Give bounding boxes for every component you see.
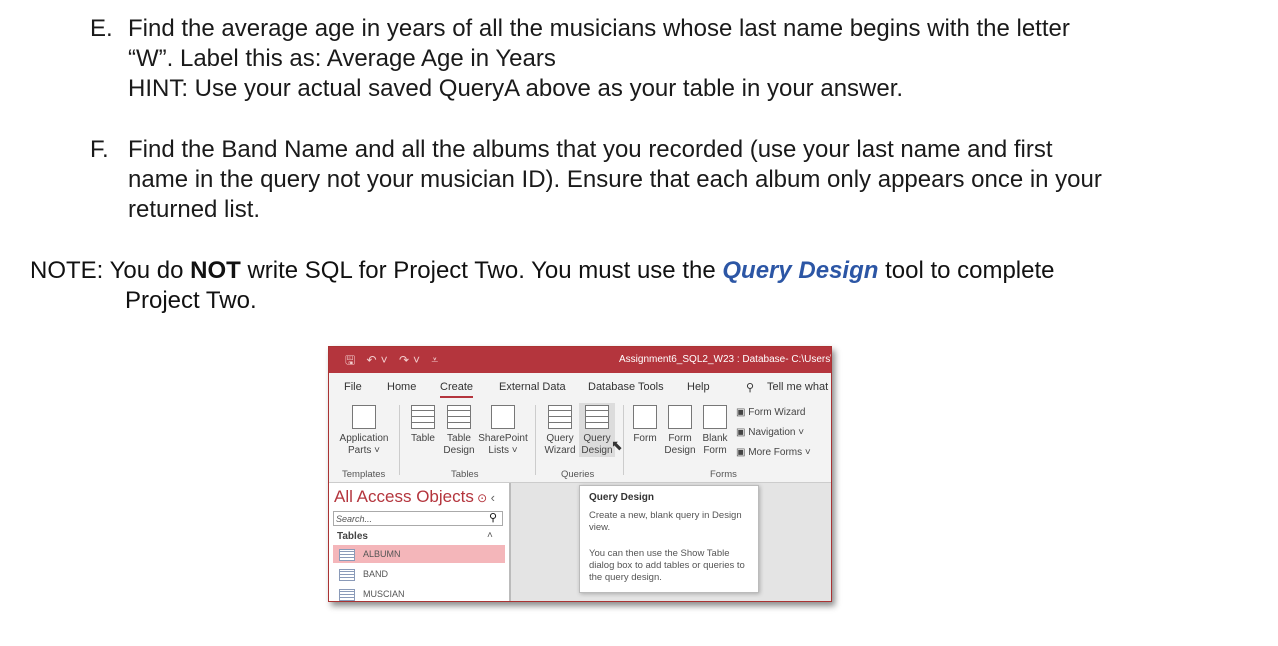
form-icon: [633, 405, 657, 429]
ribbon-separator: [399, 405, 400, 475]
blank-form-button[interactable]: Blank Form: [699, 405, 731, 457]
item-e-body: Find the average age in years of all the…: [128, 14, 1208, 104]
item-f-line-2: name in the query not your musician ID).…: [128, 166, 1102, 193]
note-suffix: tool to complete: [878, 257, 1055, 284]
note-bold: NOT: [190, 257, 241, 284]
more-forms-icon: ▣: [736, 447, 749, 458]
item-f: F. Find the Band Name and all the albums…: [90, 135, 1260, 225]
table-item-muscian[interactable]: MUSCIAN: [333, 585, 505, 601]
search-input[interactable]: Search...: [333, 511, 503, 526]
item-e: E. Find the average age in years of all …: [90, 14, 1240, 104]
table-icon: [411, 405, 435, 429]
mouse-cursor-icon: ⬉: [611, 437, 623, 453]
navigation-pane: All Access Objects ⊙ ‹ Search... ⚲ Table…: [329, 483, 511, 601]
collapse-icon[interactable]: ‹: [491, 490, 495, 505]
table-icon: [339, 549, 355, 561]
search-icon: ⚲: [489, 512, 498, 524]
chevron-up-icon[interactable]: ˄: [487, 530, 493, 541]
item-e-line-3: HINT: Use your actual saved QueryA above…: [128, 75, 904, 102]
window-title: Assignment6_SQL2_W23 : Database- C:\User…: [619, 354, 832, 365]
group-tables: Tables: [451, 469, 479, 480]
ribbon: Application Parts ˅ Table Table Design S…: [329, 399, 831, 483]
title-bar: 🖫 ↶˅ ↷˅ ⩡ Assignment6_SQL2_W23 : Databas…: [329, 347, 831, 373]
tab-file[interactable]: File: [344, 381, 362, 393]
item-e-label: E.: [90, 15, 113, 42]
group-forms: Forms: [710, 469, 737, 480]
tooltip-details: You can then use the Show Table dialog b…: [589, 548, 745, 583]
ribbon-separator: [535, 405, 536, 475]
blank-form-icon: [703, 405, 727, 429]
table-icon: [339, 589, 355, 601]
tab-external-data[interactable]: External Data: [499, 381, 566, 393]
note-prefix: NOTE: You do: [30, 257, 191, 284]
group-queries: Queries: [561, 469, 595, 480]
table-icon: [339, 569, 355, 581]
search-icon: ⚲: [746, 382, 755, 394]
item-e-line-2: “W”. Label this as: Average Age in Years: [128, 45, 556, 72]
tooltip-title: Query Design: [589, 492, 655, 503]
form-design-icon: [668, 405, 692, 429]
query-wizard-button[interactable]: Query Wizard: [541, 405, 579, 457]
ribbon-tabs: File Home Create External Data Database …: [329, 373, 831, 399]
tables-section-label: Tables: [337, 531, 368, 542]
item-e-line-1: Find the average age in years of all the…: [128, 15, 1070, 42]
note-line-2: Project Two.: [125, 287, 257, 314]
sharepoint-lists-button[interactable]: SharePoint Lists ˅: [477, 405, 529, 457]
tab-database-tools[interactable]: Database Tools: [588, 381, 664, 393]
query-design-icon: [585, 405, 609, 429]
table-design-button[interactable]: Table Design: [441, 405, 477, 457]
query-design-button[interactable]: Query Design: [579, 403, 615, 457]
table-button[interactable]: Table: [407, 405, 439, 445]
form-design-button[interactable]: Form Design: [663, 405, 697, 457]
note-mid: write SQL for Project Two. You must use …: [240, 257, 723, 284]
item-f-label: F.: [90, 136, 109, 163]
form-wizard-button[interactable]: ▣ Form Wizard: [736, 403, 811, 423]
form-options-list: ▣ Form Wizard ▣ Navigation ˅ ▣ More Form…: [736, 403, 811, 463]
item-f-line-3: returned list.: [128, 196, 261, 223]
tab-home[interactable]: Home: [387, 381, 416, 393]
tooltip-description: Create a new, blank query in Design view…: [589, 510, 742, 533]
application-parts-icon: [352, 405, 376, 429]
item-f-body: Find the Band Name and all the albums th…: [128, 135, 1258, 225]
more-forms-button[interactable]: ▣ More Forms ˅: [736, 443, 811, 463]
form-wizard-icon: ▣: [736, 407, 749, 418]
quick-access-icons: 🖫 ↶˅ ↷˅ ⩡: [345, 353, 443, 367]
query-wizard-icon: [548, 405, 572, 429]
nav-header[interactable]: All Access Objects ⊙ ‹: [334, 487, 495, 507]
navigation-button[interactable]: ▣ Navigation ˅: [736, 423, 811, 443]
query-design-tooltip: Query Design Create a new, blank query i…: [579, 485, 759, 593]
tell-me-input[interactable]: Tell me what: [767, 381, 828, 393]
access-screenshot: 🖫 ↶˅ ↷˅ ⩡ Assignment6_SQL2_W23 : Databas…: [328, 346, 832, 602]
note: NOTE: You do NOT write SQL for Project T…: [30, 256, 1230, 316]
tab-help[interactable]: Help: [687, 381, 710, 393]
form-button[interactable]: Form: [629, 405, 661, 445]
note-tool-name: Query Design: [722, 257, 879, 284]
sharepoint-lists-icon: [491, 405, 515, 429]
group-templates: Templates: [342, 469, 386, 480]
tab-create[interactable]: Create: [440, 381, 474, 398]
ribbon-separator: [623, 405, 624, 475]
item-f-line-1: Find the Band Name and all the albums th…: [128, 136, 1053, 163]
application-parts-button[interactable]: Application Parts ˅: [337, 405, 391, 457]
navigation-icon: ▣: [736, 427, 749, 438]
table-design-icon: [447, 405, 471, 429]
table-item-albumn[interactable]: ALBUMN: [333, 545, 505, 563]
chevron-down-icon: ⊙: [473, 491, 491, 505]
table-item-band[interactable]: BAND: [333, 565, 505, 583]
